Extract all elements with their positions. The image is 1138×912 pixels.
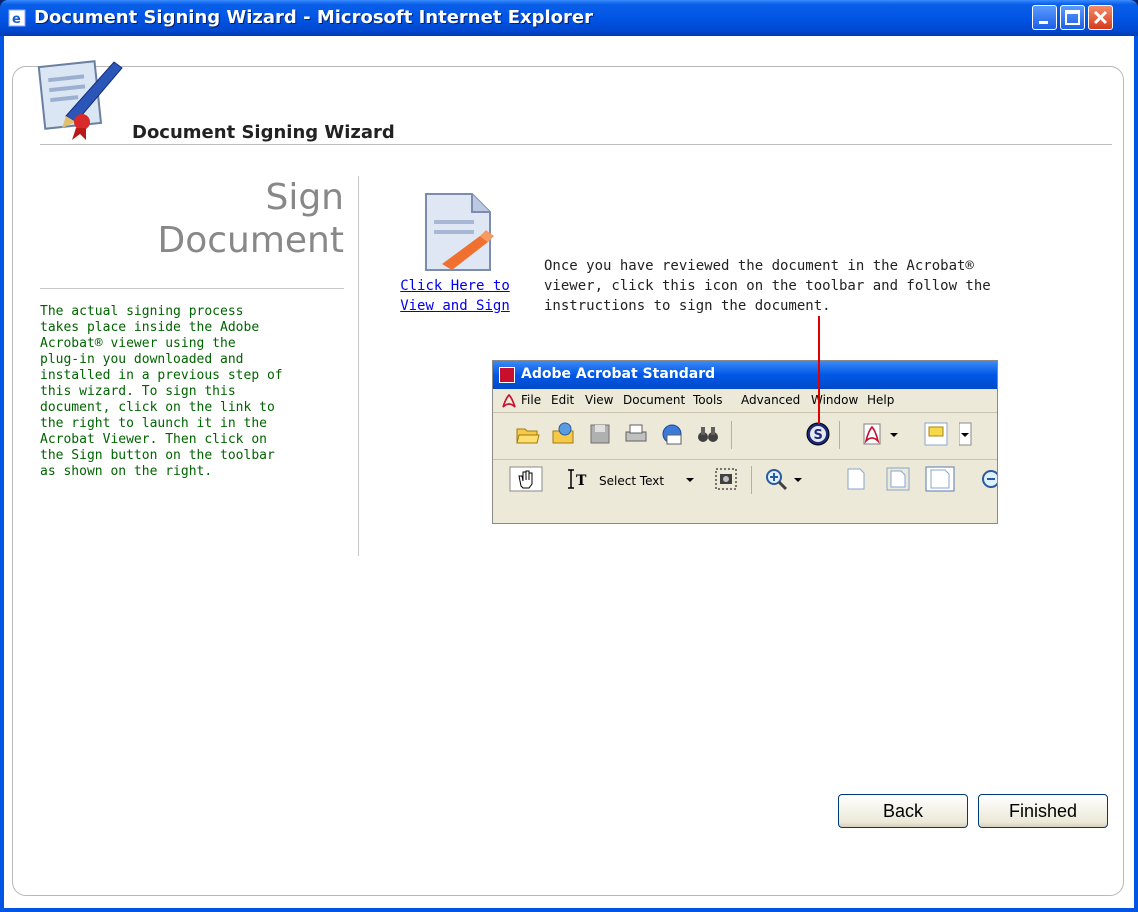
acrobat-logo-icon [499, 367, 515, 383]
minimize-button[interactable] [1032, 5, 1057, 30]
dropdown-arrow-icon [686, 478, 694, 482]
svg-text:T: T [576, 473, 587, 489]
organizer-icon [552, 422, 574, 444]
select-text-icon: T [568, 469, 587, 489]
step-title-line1: Sign [265, 177, 344, 218]
finished-button[interactable]: Finished [978, 794, 1108, 828]
acrobat-toolbar-row2: T Select Text [493, 459, 997, 500]
svg-text:e: e [12, 12, 21, 27]
comment-icon [924, 422, 948, 446]
dropdown-arrow-icon [890, 433, 898, 437]
acrobat-menu-edit: Edit [551, 393, 575, 407]
select-text-label: Select Text [599, 474, 665, 488]
instructions-text: The actual signing process takes place i… [40, 304, 283, 479]
snapshot-icon [715, 468, 737, 490]
acrobat-menu-help: Help [867, 393, 895, 407]
toolbar-separator [751, 466, 752, 494]
acrobat-menu-bar: File Edit View Document Tools Advanced W… [493, 389, 997, 413]
close-button[interactable] [1088, 5, 1113, 30]
acrobat-menu-advanced: Advanced [741, 393, 801, 407]
acrobat-toolbar-screenshot: Adobe Acrobat Standard File Edit View Do… [492, 360, 998, 524]
print-icon [625, 424, 647, 442]
acrobat-menu-file: File [521, 393, 542, 407]
step-title-line2: Document [157, 220, 344, 261]
fit-page-icon [886, 467, 910, 491]
dropdown-arrow-icon [959, 422, 972, 446]
zoom-out-icon [982, 470, 997, 488]
acrobat-title-bar: Adobe Acrobat Standard [493, 361, 997, 389]
maximize-button[interactable] [1060, 5, 1085, 30]
pointer-line [818, 316, 820, 424]
window-title: Document Signing Wizard - Microsoft Inte… [34, 7, 593, 28]
internet-explorer-icon: e [8, 9, 26, 27]
step-title-divider [40, 288, 344, 289]
zoom-in-icon [766, 469, 788, 491]
header-divider [40, 144, 1112, 145]
document-sign-icon[interactable] [422, 190, 496, 274]
acrobat-title: Adobe Acrobat Standard [521, 366, 716, 382]
back-button[interactable]: Back [838, 794, 968, 828]
acrobat-menu-tools: Tools [693, 393, 723, 407]
acrobat-menu-view: View [585, 393, 614, 407]
acrobat-pdf-icon [502, 393, 516, 408]
sidebar-divider [358, 176, 359, 556]
save-icon [590, 424, 610, 444]
toolbar-separator [731, 421, 732, 449]
search-binoculars-icon [698, 427, 718, 442]
open-folder-icon [516, 428, 540, 444]
email-icon [662, 424, 682, 445]
wizard-title: Document Signing Wizard [132, 122, 395, 143]
hand-tool-icon [509, 466, 543, 492]
fit-width-icon [925, 466, 955, 492]
sign-icon: S [806, 422, 830, 446]
review-instructions: Once you have reviewed the document in t… [544, 258, 991, 314]
acrobat-menu-document: Document [623, 393, 686, 407]
toolbar-separator [839, 421, 840, 449]
step-title: Sign Document [40, 176, 344, 262]
acrobat-toolbar-row1: S [493, 415, 997, 455]
dropdown-arrow-icon [794, 478, 802, 482]
view-and-sign-link[interactable]: Click Here to View and Sign [384, 276, 526, 316]
signing-wizard-logo-icon [37, 60, 123, 140]
actual-size-page-icon [847, 468, 865, 490]
create-pdf-icon [863, 423, 881, 445]
svg-text:S: S [814, 428, 823, 443]
title-bar[interactable]: e Document Signing Wizard - Microsoft In… [0, 0, 1138, 36]
browser-window: e Document Signing Wizard - Microsoft In… [0, 0, 1138, 912]
